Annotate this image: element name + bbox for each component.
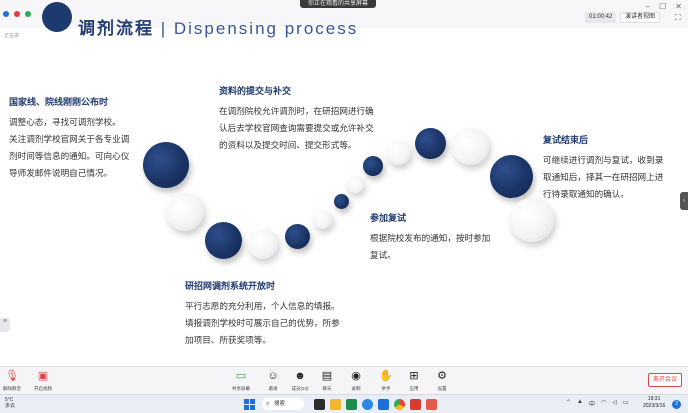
step-documents: 资料的提交与补交 在调剂院校允许调剂时，在研招网进行确 认后去学校官网查询需要提… xyxy=(219,84,409,154)
sphere-navy xyxy=(363,156,383,176)
sphere-white xyxy=(313,210,332,229)
members-icon: ☻ xyxy=(294,370,306,382)
step-body: 可继续进行调剂与复试，收到录 取通知后，择其一在研招网上进 行待录取通知的确认。 xyxy=(543,155,664,199)
step-body: 调整心态，寻找可调剂学校。 关注调剂学校官网关于各专业调 剂时间等信息的通知。可… xyxy=(9,117,130,178)
sharing-banner[interactable]: 你正在观看的共享屏幕 xyxy=(300,0,377,8)
leave-meeting-button[interactable]: 离开会议 xyxy=(648,373,683,387)
view-mode-button[interactable]: 演讲者视图 xyxy=(620,12,661,23)
close-button[interactable]: ✕ xyxy=(675,2,682,11)
windows-taskbar: 5°C 多云 ⌕ 搜索 ⌃ ▲ 中 ◠ ◁ ▭ 19:31 2023/3/16 3 xyxy=(0,394,688,413)
window-controls: – ☐ ✕ xyxy=(646,2,682,11)
apps-icon: ⊞ xyxy=(409,370,419,382)
windows-start-icon[interactable] xyxy=(244,399,255,410)
share-screen-button[interactable]: ▭ 共享屏幕 xyxy=(226,370,256,392)
notification-badge[interactable]: 3 xyxy=(672,400,681,409)
step-heading: 参加复试 xyxy=(370,214,407,224)
sphere-navy xyxy=(490,155,533,198)
hand-icon: ✋ xyxy=(379,370,393,382)
slide-title-cn: 调剂流程 xyxy=(78,19,154,39)
camera-off-icon: ▣ xyxy=(37,370,49,382)
sphere-white xyxy=(347,176,364,193)
sphere-white xyxy=(248,229,278,259)
speaker-label: 正在讲 xyxy=(4,33,20,39)
step-heading: 国家线、院线刚刚公布时 xyxy=(9,98,109,108)
sphere-navy xyxy=(334,194,349,209)
status-icons xyxy=(3,11,31,17)
input-method[interactable]: 中 xyxy=(589,399,595,408)
gear-icon: ⚙ xyxy=(437,370,447,382)
wps-icon[interactable] xyxy=(410,399,421,410)
step-heading: 复试结束后 xyxy=(543,136,589,146)
step-attend-retest: 参加复试 根据院校发布的通知，按时参加 复试。 xyxy=(370,211,520,264)
step-body: 在调剂院校允许调剂时，在研招网进行确 认后去学校官网查询需要提交或允许补交 的资… xyxy=(219,106,374,150)
chrome-icon[interactable] xyxy=(394,399,405,410)
meeting-app-icon[interactable] xyxy=(378,399,389,410)
info-icon[interactable] xyxy=(3,11,9,17)
fullscreen-icon[interactable]: ⛶ xyxy=(675,13,681,23)
pdf-icon[interactable] xyxy=(426,399,437,410)
maximize-button[interactable]: ☐ xyxy=(659,2,666,11)
battery-icon[interactable]: ▭ xyxy=(623,399,629,408)
meeting-timer: 01:00:42 xyxy=(585,12,617,23)
invite-button[interactable]: ☺ 邀请 xyxy=(258,370,288,392)
invite-icon: ☺ xyxy=(267,370,279,382)
step-national-line: 国家线、院线刚刚公布时 调整心态，寻找可调剂学校。 关注调剂学校官网关于各专业调… xyxy=(9,95,159,182)
share-screen-icon: ▭ xyxy=(235,370,247,382)
excel-icon[interactable] xyxy=(346,399,357,410)
sphere-white xyxy=(452,128,489,165)
collapse-arrow-icon[interactable]: › xyxy=(680,192,688,210)
title-decoration xyxy=(42,2,72,32)
sphere-navy xyxy=(285,224,310,249)
chevron-up-icon[interactable]: ⌃ xyxy=(566,399,571,408)
side-panel-toggle[interactable]: ≡ xyxy=(0,318,10,332)
step-body: 平行志愿的充分利用，个人信息的填报。 填报调剂学校时可展示自己的优势，所参 加项… xyxy=(185,301,340,345)
chat-icon: ▤ xyxy=(321,370,333,382)
apps-button[interactable]: ⊞ 应用 xyxy=(399,370,429,392)
file-explorer-icon[interactable] xyxy=(330,399,341,410)
volume-icon[interactable]: ◁ xyxy=(612,399,617,408)
system-tray: ⌃ ▲ 中 ◠ ◁ ▭ xyxy=(566,399,629,408)
step-heading: 资料的提交与补交 xyxy=(219,87,292,97)
step-body: 根据院校发布的通知，按时参加 复试。 xyxy=(370,233,491,260)
record-icon: ◉ xyxy=(351,370,361,382)
step-after-retest: 复试结束后 可继续进行调剂与复试，收到录 取通知后，择其一在研招网上进 行待录取… xyxy=(543,133,683,203)
browser-icon[interactable] xyxy=(362,399,373,410)
raise-hand-button[interactable]: ✋ 举手 xyxy=(371,370,401,392)
step-heading: 研招网调剂系统开放时 xyxy=(185,282,276,292)
meeting-toolbar: 🎙 解除静音 ▣ 开启视频 ▭ 共享屏幕 ☺ 邀请 ☻ 成员(23) ▤ 聊天 … xyxy=(0,366,688,394)
record-button[interactable]: ◉ 录制 xyxy=(341,370,371,392)
settings-button[interactable]: ⚙ 设置 xyxy=(427,370,457,392)
signal-icon xyxy=(25,11,31,17)
search-icon: ⌕ xyxy=(266,401,270,407)
app-tray-icon[interactable]: ▲ xyxy=(577,399,583,408)
minimize-button[interactable]: – xyxy=(646,2,650,11)
system-clock[interactable]: 19:31 2023/3/16 xyxy=(643,396,665,410)
security-icon[interactable] xyxy=(14,11,20,17)
members-button[interactable]: ☻ 成员(23) xyxy=(285,370,315,392)
sphere-navy xyxy=(415,128,446,159)
step-system-open: 研招网调剂系统开放时 平行志愿的充分利用，个人信息的填报。 填报调剂学校时可展示… xyxy=(185,279,365,349)
wifi-icon[interactable]: ◠ xyxy=(601,399,606,408)
weather-widget[interactable]: 5°C 多云 xyxy=(5,397,15,409)
slide-title-en: Dispensing process xyxy=(173,19,359,38)
chat-button[interactable]: ▤ 聊天 xyxy=(312,370,342,392)
microphone-muted-icon: 🎙 xyxy=(5,370,19,382)
slide-title-separator: | xyxy=(154,19,174,38)
unmute-button[interactable]: 🎙 解除静音 xyxy=(0,370,27,392)
start-video-button[interactable]: ▣ 开启视频 xyxy=(28,370,58,392)
sphere-white xyxy=(166,193,204,231)
taskbar-search[interactable]: ⌕ 搜索 xyxy=(262,398,304,410)
sphere-navy xyxy=(205,222,242,259)
slide-title: 调剂流程 | Dispensing process xyxy=(78,14,358,39)
task-view-icon[interactable] xyxy=(314,399,325,410)
